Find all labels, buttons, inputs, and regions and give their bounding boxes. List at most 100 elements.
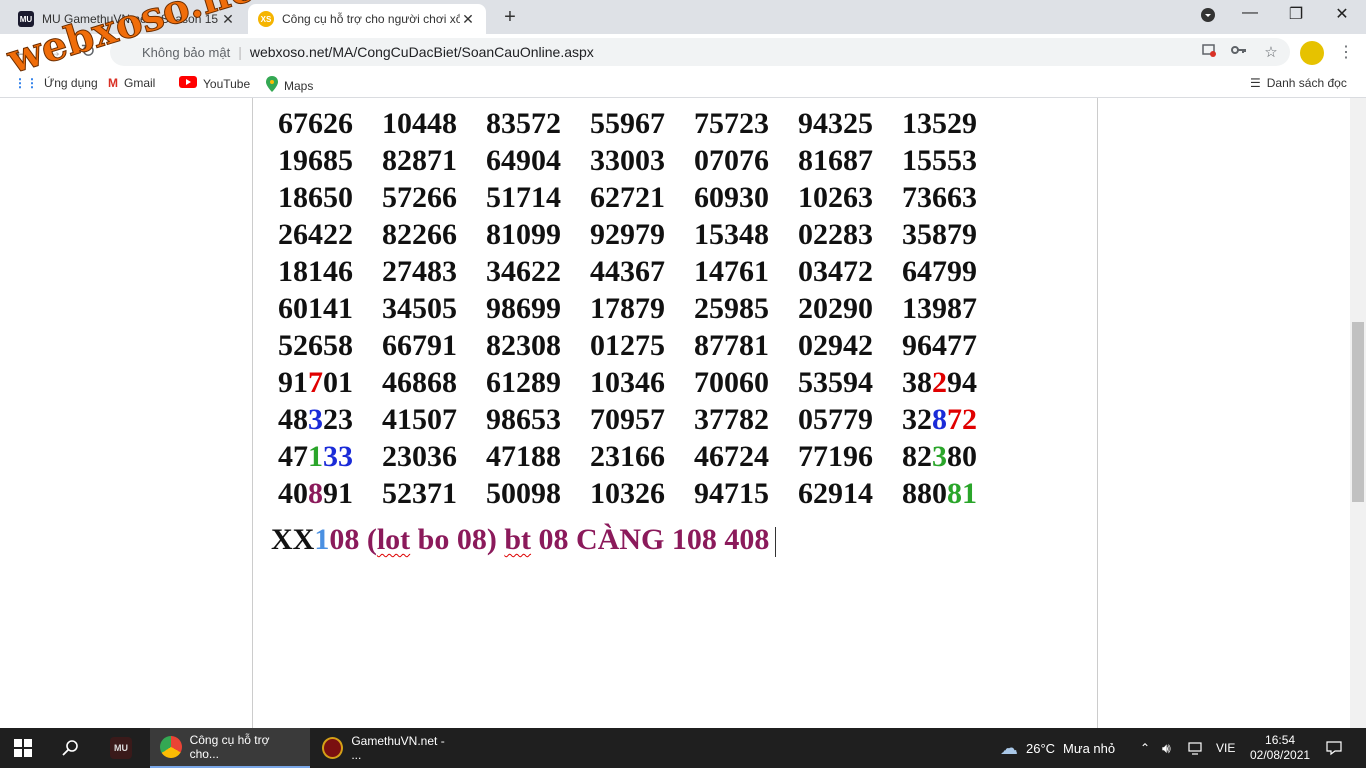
- note-text: lot: [376, 523, 411, 556]
- digit-segment: 23036: [382, 440, 457, 473]
- digit-segment: 81687: [798, 144, 873, 177]
- grid-number: 82266: [382, 216, 486, 253]
- digit-segment: 15348: [694, 218, 769, 251]
- digit-segment: 77196: [798, 440, 873, 473]
- chrome-menu-icon[interactable]: ⋮: [1338, 42, 1354, 62]
- digit-segment: 01: [323, 366, 353, 399]
- page-scrollbar[interactable]: [1350, 98, 1366, 728]
- clock-date: 02/08/2021: [1250, 748, 1311, 762]
- clock-time: 16:54: [1265, 733, 1296, 747]
- notification-icon[interactable]: [1326, 728, 1342, 768]
- grid-number: 73663: [902, 179, 1006, 216]
- close-tab-icon[interactable]: ✕: [460, 11, 476, 28]
- digit-segment: 07076: [694, 144, 769, 177]
- grid-number: 53594: [798, 364, 902, 401]
- volume-icon[interactable]: 🔊︎: [1162, 728, 1171, 768]
- digit-segment: 10448: [382, 107, 457, 140]
- note-prefix: XX: [271, 523, 315, 556]
- grid-number: 92979: [590, 216, 694, 253]
- grid-number: 62721: [590, 179, 694, 216]
- key-icon[interactable]: [1228, 43, 1250, 61]
- taskbar-app-launcher[interactable]: GamethuVN.net - ...: [312, 728, 464, 768]
- digit-segment: 34217: [278, 98, 353, 103]
- digit-segment: 53594: [798, 366, 873, 399]
- digit-segment: 52965: [902, 98, 977, 103]
- digit-segment: 60930: [694, 181, 769, 214]
- bookmark-maps[interactable]: Maps: [266, 76, 313, 95]
- digit-segment: 8: [932, 403, 947, 436]
- close-window-button[interactable]: ✕: [1320, 4, 1364, 24]
- note-digit: 1: [314, 523, 330, 556]
- taskbar-app-mu[interactable]: MU: [100, 728, 150, 768]
- grid-number: 91701: [278, 364, 382, 401]
- digit-segment: 3: [308, 403, 323, 436]
- tab-cong-cu[interactable]: XS Công cụ hỗ trợ cho người chơi xổ số ✕: [248, 4, 486, 34]
- grid-number: 10448: [382, 105, 486, 142]
- grid-number: 98699: [486, 290, 590, 327]
- security-status[interactable]: Không bảo mật: [142, 45, 230, 60]
- grid-number: 66791: [382, 327, 486, 364]
- grid-number: 57266: [382, 179, 486, 216]
- grid-number: 18146: [278, 253, 382, 290]
- grid-number: 55967: [590, 105, 694, 142]
- digit-segment: 17879: [590, 292, 665, 325]
- bookmark-gmail[interactable]: M Gmail: [108, 76, 155, 90]
- taskbar-app-chrome[interactable]: Công cụ hỗ trợ cho...: [150, 728, 310, 768]
- digit-segment: 49630: [486, 98, 561, 103]
- chevron-up-icon[interactable]: ⌃: [1140, 728, 1150, 768]
- digit-segment: 75723: [694, 107, 769, 140]
- grid-number: 64904: [486, 142, 590, 179]
- bookmarks-bar: ⋮⋮ Ứng dụng M Gmail YouTube Maps ☰ Danh …: [0, 70, 1366, 98]
- network-icon[interactable]: [1188, 728, 1204, 768]
- digit-segment: 70060: [694, 366, 769, 399]
- grid-number: 83572: [486, 105, 590, 142]
- taskbar-app-label: Công cụ hỗ trợ cho...: [189, 733, 270, 761]
- digit-segment: 13529: [902, 107, 977, 140]
- mu-launcher-icon: [322, 737, 344, 759]
- prediction-note[interactable]: XX108 (lot bo 08) bt 08 CÀNG 108 408: [271, 523, 777, 558]
- clock[interactable]: 16:54 02/08/2021: [1250, 728, 1310, 768]
- profile-dropdown-icon[interactable]: [1186, 8, 1230, 27]
- digit-segment: 47188: [486, 440, 561, 473]
- weather-condition: Mưa nhỏ: [1063, 740, 1116, 756]
- digit-segment: 91: [323, 477, 353, 510]
- search-button[interactable]: [62, 728, 80, 768]
- start-button[interactable]: [14, 728, 32, 768]
- minimize-button[interactable]: —: [1228, 4, 1272, 22]
- grid-number: 34505: [382, 290, 486, 327]
- digit-segment: 81047: [694, 98, 769, 103]
- number-grid[interactable]: 34217 37470 49630 68804 81047 59925 52965 67626…: [278, 98, 1006, 512]
- note-text: 08 (: [329, 523, 377, 556]
- bookmark-youtube[interactable]: YouTube: [179, 76, 250, 91]
- digit-segment: 80: [947, 440, 977, 473]
- grid-number: 60930: [694, 179, 798, 216]
- grid-number: 52965: [902, 98, 1006, 105]
- grid-number: 48323: [278, 401, 382, 438]
- reading-list-button[interactable]: ☰ Danh sách đọc: [1250, 76, 1347, 90]
- digit-segment: 82266: [382, 218, 457, 251]
- url-text[interactable]: webxoso.net/MA/CongCuDacBiet/SoanCauOnli…: [250, 44, 594, 60]
- maximize-button[interactable]: ❐: [1274, 4, 1318, 24]
- new-tab-button[interactable]: +: [498, 6, 522, 29]
- digit-segment: 05779: [798, 403, 873, 436]
- grid-number: 94715: [694, 475, 798, 512]
- digit-segment: 64799: [902, 255, 977, 288]
- grid-number: 14761: [694, 253, 798, 290]
- weather-widget[interactable]: ☁ 26°C Mưa nhỏ: [1000, 728, 1115, 768]
- text-caret: [775, 527, 777, 558]
- address-bar[interactable]: Không bảo mật | webxoso.net/MA/CongCuDac…: [110, 38, 1290, 66]
- digit-segment: 62721: [590, 181, 665, 214]
- grid-number: 37470: [382, 98, 486, 105]
- profile-avatar[interactable]: [1300, 41, 1324, 65]
- digit-segment: 47: [278, 440, 308, 473]
- popup-blocked-icon[interactable]: [1198, 43, 1220, 61]
- grid-number: 68804: [590, 98, 694, 105]
- grid-number: 02942: [798, 327, 902, 364]
- cloud-rain-icon: ☁: [1000, 737, 1018, 758]
- language-indicator[interactable]: VIE: [1216, 728, 1235, 768]
- bookmark-star-icon[interactable]: ☆: [1260, 43, 1282, 61]
- digit-segment: 94: [947, 366, 977, 399]
- grid-number: 61289: [486, 364, 590, 401]
- scroll-thumb[interactable]: [1352, 322, 1364, 502]
- grid-number: 59925: [798, 98, 902, 105]
